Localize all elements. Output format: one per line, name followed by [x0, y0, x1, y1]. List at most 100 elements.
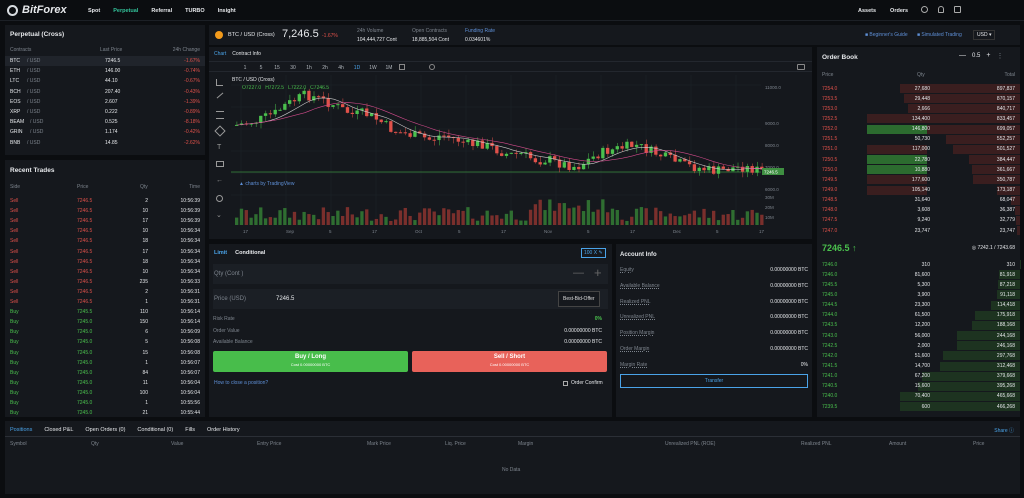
bid-row[interactable]: 7245.5 5,300 87,218	[817, 280, 1020, 290]
interval-1[interactable]: 1	[237, 65, 253, 71]
ask-row[interactable]: 7249.5 177,600 350,787	[817, 175, 1020, 185]
tab-conditional-[interactable]: Conditional (0)	[137, 427, 173, 433]
ask-row[interactable]: 7251.0 117,000 501,527	[817, 144, 1020, 154]
bell-icon[interactable]	[938, 6, 944, 13]
sell-short-button[interactable]: Sell / Short Cost 0.00000000 BTC	[412, 351, 607, 372]
ask-row[interactable]: 7252.5 134,400 833,457	[817, 114, 1020, 124]
nav-perpetual[interactable]: Perpetual	[113, 8, 138, 14]
currency-select[interactable]: USD ▾	[973, 30, 996, 40]
ask-row[interactable]: 7253.5 29,448 870,157	[817, 94, 1020, 104]
measure-icon[interactable]	[216, 161, 224, 167]
tab-open-orders-[interactable]: Open Orders (0)	[85, 427, 125, 433]
qty-field[interactable]: Qty (Cont ) — +	[213, 264, 608, 284]
order-confirm-checkbox[interactable]: Order Confirm	[563, 380, 603, 386]
help-icon[interactable]	[921, 6, 928, 13]
logo-icon[interactable]	[7, 5, 18, 16]
price-chart[interactable]: 11000.09000.08000.07000.06000.07246.530M…	[231, 75, 811, 239]
interval-15[interactable]: 15	[269, 65, 285, 71]
trendline-icon[interactable]	[216, 92, 224, 99]
share-link[interactable]: Share ⓘ	[994, 427, 1014, 434]
bid-row[interactable]: 7246.0 81,600 81,918	[817, 270, 1020, 280]
buy-long-button[interactable]: Buy / Long Cost 0.00000000 BTC	[213, 351, 408, 372]
bid-row[interactable]: 7240.0 70,400 465,668	[817, 391, 1020, 401]
market-row[interactable]: XRP / USD 0.222 -0.89%	[5, 107, 205, 117]
interval-2h[interactable]: 2h	[317, 65, 333, 71]
tab-order-history[interactable]: Order History	[207, 427, 240, 433]
ask-row[interactable]: 7250.5 22,780 384,447	[817, 155, 1020, 165]
tab-conditional[interactable]: Conditional	[235, 250, 265, 256]
interval-1W[interactable]: 1W	[365, 65, 381, 71]
precision-minus[interactable]: —	[959, 52, 966, 60]
beginners-guide-link[interactable]: ■ Beginner's Guide	[865, 32, 908, 38]
price-field[interactable]: Price (USD) 7246.5 Best-Bid-Offer	[213, 289, 608, 309]
stat-funding-rate[interactable]: Funding Rate 0.034601%	[465, 28, 495, 43]
interval-1D[interactable]: 1D	[349, 65, 365, 71]
nav-turbo[interactable]: TURBO	[185, 8, 205, 14]
ask-row[interactable]: 7249.0 105,140 173,187	[817, 185, 1020, 195]
qty-minus-button[interactable]: —	[573, 267, 584, 279]
bid-row[interactable]: 7243.5 12,200 188,168	[817, 320, 1020, 330]
interval-30[interactable]: 30	[285, 65, 301, 71]
precision-plus[interactable]: +	[986, 52, 990, 60]
tab-fills[interactable]: Fills	[185, 427, 195, 433]
tab-contract-info[interactable]: Contract Info	[232, 51, 261, 57]
howto-link[interactable]: How to close a position?	[214, 380, 268, 386]
market-row[interactable]: EOS / USD 2.607 -1.39%	[5, 97, 205, 107]
ask-row[interactable]: 7251.5 50,730 552,257	[817, 134, 1020, 144]
pattern-icon[interactable]	[214, 125, 226, 137]
tab-closed-p-l[interactable]: Closed P&L	[44, 427, 73, 433]
bid-row[interactable]: 7243.0 56,000 244,168	[817, 331, 1020, 341]
more-icon[interactable]: ⋮	[996, 52, 1003, 60]
tab-chart[interactable]: Chart	[214, 51, 226, 57]
assets-link[interactable]: Assets	[858, 8, 876, 14]
ticker-symbol[interactable]: BTC / USD (Cross)	[228, 32, 275, 38]
market-row[interactable]: LTC / USD 44.10 -0.67%	[5, 76, 205, 86]
nav-insight[interactable]: Insight	[218, 8, 236, 14]
simulated-trading-link[interactable]: ■ Simulated Trading	[917, 32, 962, 38]
camera-icon[interactable]	[797, 64, 805, 70]
interval-5[interactable]: 5	[253, 65, 269, 71]
bid-row[interactable]: 7242.0 51,600 297,768	[817, 351, 1020, 361]
bid-row[interactable]: 7246.0 310 310	[817, 260, 1020, 269]
bid-row[interactable]: 7240.5 15,600 395,268	[817, 381, 1020, 391]
ask-row[interactable]: 7247.5 9,240 32,779	[817, 215, 1020, 225]
logo[interactable]: BitForex	[22, 4, 67, 16]
text-tool-icon[interactable]: T	[217, 144, 221, 151]
ask-row[interactable]: 7247.0 23,747 23,747	[817, 226, 1020, 236]
interval-1h[interactable]: 1h	[301, 65, 317, 71]
nav-referral[interactable]: Referral	[151, 8, 172, 14]
interval-4h[interactable]: 4h	[333, 65, 349, 71]
lock-icon[interactable]: ⌄	[216, 211, 222, 219]
interval-1M[interactable]: 1M	[381, 65, 397, 71]
user-icon[interactable]	[954, 6, 961, 13]
ask-row[interactable]: 7248.5 31,640 68,047	[817, 195, 1020, 205]
tab-positions[interactable]: Positions	[10, 427, 32, 433]
bid-row[interactable]: 7245.0 3,900 91,118	[817, 290, 1020, 300]
ask-row[interactable]: 7250.0 10,880 361,667	[817, 165, 1020, 175]
market-row[interactable]: BNB / USD 14.85 -2.62%	[5, 138, 205, 148]
ask-row[interactable]: 7252.0 146,800 699,057	[817, 124, 1020, 134]
market-row[interactable]: BCH / USD 207.40 -0.43%	[5, 87, 205, 97]
market-row[interactable]: BTC / USD 7246.5 -1.67%	[5, 56, 205, 66]
ask-row[interactable]: 7253.0 2,666 840,717	[817, 104, 1020, 114]
bid-row[interactable]: 7239.5 600 466,268	[817, 402, 1020, 412]
transfer-button[interactable]: Transfer	[620, 374, 808, 388]
nav-spot[interactable]: Spot	[88, 8, 100, 14]
indicators-icon[interactable]	[429, 64, 435, 70]
ask-row[interactable]: 7248.0 3,608 36,387	[817, 205, 1020, 215]
tab-limit[interactable]: Limit	[214, 250, 227, 256]
bid-row[interactable]: 7244.5 23,300 114,418	[817, 300, 1020, 310]
bid-row[interactable]: 7241.0 67,200 379,668	[817, 371, 1020, 381]
checkbox-icon[interactable]	[563, 380, 568, 386]
orders-link[interactable]: Orders	[890, 8, 908, 14]
market-row[interactable]: ETH / USD 146.00 -0.74%	[5, 66, 205, 76]
candle-type-icon[interactable]	[399, 64, 405, 70]
bid-row[interactable]: 7241.5 14,700 312,468	[817, 361, 1020, 371]
ask-row[interactable]: 7254.0 27,680 897,837	[817, 84, 1020, 93]
market-row[interactable]: BEAM / USD 0.525 -8.18%	[5, 117, 205, 127]
zoom-icon[interactable]	[216, 195, 223, 202]
qty-plus-button[interactable]: +	[594, 265, 602, 280]
leverage-button[interactable]: 100 X ✎	[581, 248, 606, 258]
market-row[interactable]: GRIN / USD 1.174 -0.42%	[5, 127, 205, 137]
best-bid-offer-button[interactable]: Best-Bid-Offer	[558, 291, 600, 307]
